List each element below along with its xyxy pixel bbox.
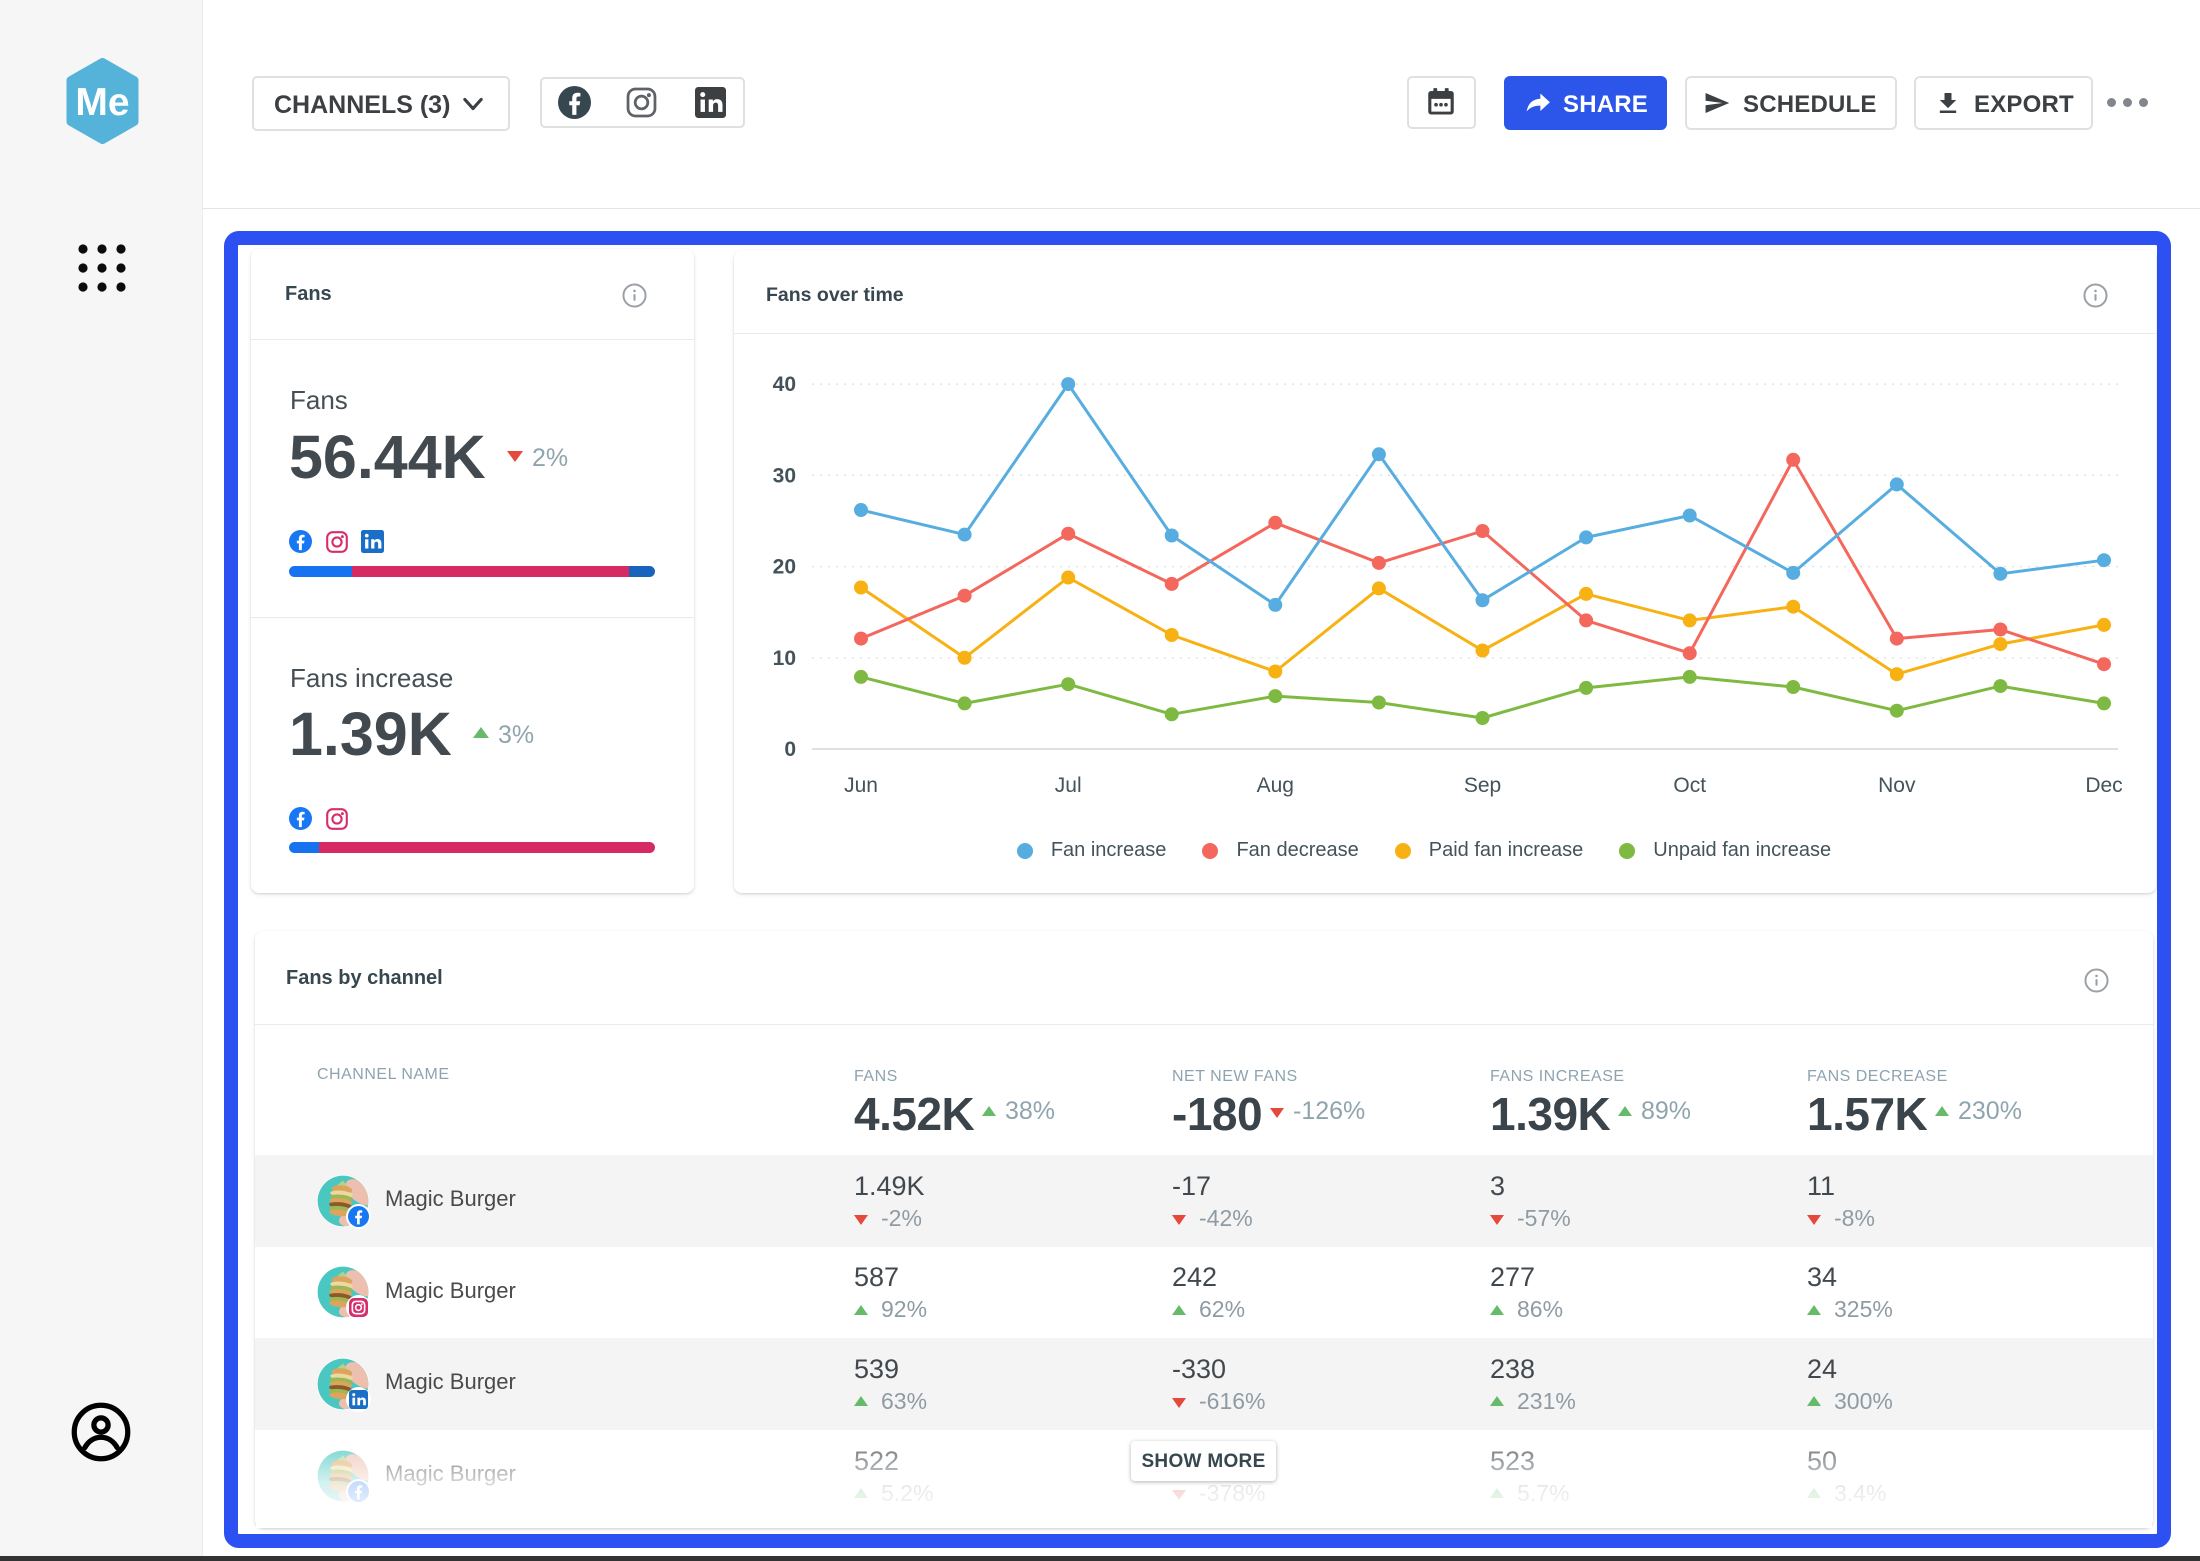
svg-text:30: 30 [773,464,796,487]
svg-text:0: 0 [784,738,796,761]
svg-text:Oct: Oct [1673,774,1706,797]
svg-text:Me: Me [75,81,129,124]
svg-text:Aug: Aug [1257,774,1294,797]
svg-text:Nov: Nov [1878,774,1916,797]
svg-text:20: 20 [773,556,796,579]
svg-text:Jun: Jun [844,774,878,797]
svg-text:10: 10 [773,647,796,670]
svg-text:Dec: Dec [2085,774,2122,797]
svg-text:40: 40 [773,373,796,396]
svg-text:Sep: Sep [1464,774,1501,797]
svg-text:Jul: Jul [1055,774,1082,797]
